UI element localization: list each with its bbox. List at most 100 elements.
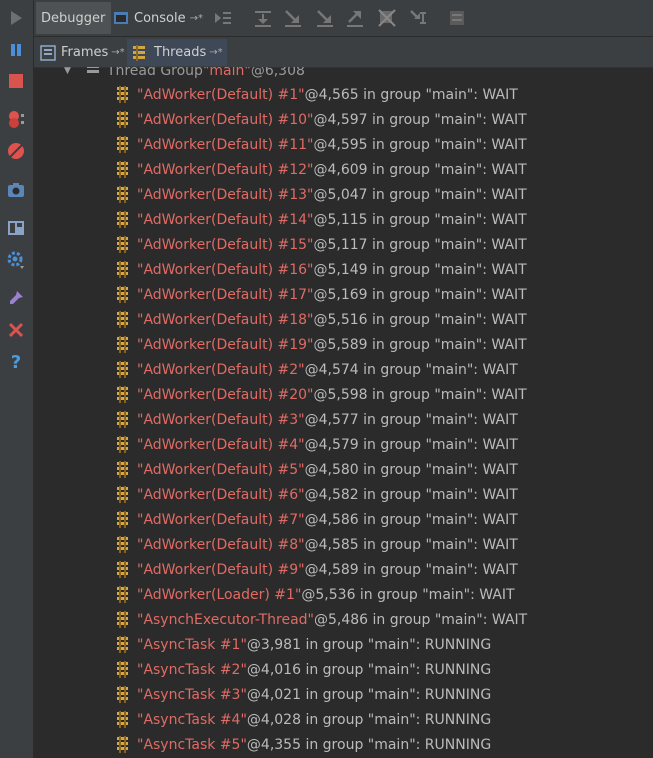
thread-status: @4,589 in group "main": WAIT xyxy=(304,562,518,578)
svg-text:?: ? xyxy=(11,352,21,371)
thread-name: "AsyncTask #5" xyxy=(137,737,247,753)
expand-arrow-icon[interactable]: ▼ xyxy=(64,67,71,76)
thread-icon xyxy=(114,236,132,254)
thread-icon xyxy=(114,686,132,704)
step-out-icon[interactable] xyxy=(345,8,365,28)
thread-row[interactable]: "AdWorker(Loader) #1" @5,536 in group "ma… xyxy=(114,583,515,607)
thread-status: @4,609 in group "main": WAIT xyxy=(313,162,527,178)
thread-name: "AdWorker(Default) #19" xyxy=(137,337,314,353)
thread-icon xyxy=(114,486,132,504)
thread-row[interactable]: "AdWorker(Default) #15" @5,117 in group "… xyxy=(114,233,527,257)
thread-status: @4,021 in group "main": RUNNING xyxy=(246,687,492,703)
thread-status: @4,586 in group "main": WAIT xyxy=(304,512,518,528)
thread-row[interactable]: "AdWorker(Default) #1" @4,565 in group "m… xyxy=(114,83,518,107)
tab-console[interactable]: Console →* xyxy=(111,2,203,34)
thread-group-name: "main" xyxy=(202,67,251,79)
thread-row[interactable]: "AsyncTask #3" @4,021 in group "main": RU… xyxy=(114,683,491,707)
mute-breakpoints-icon[interactable] xyxy=(4,139,28,163)
tab-debugger[interactable]: Debugger xyxy=(36,2,111,34)
thread-status: @4,355 in group "main": RUNNING xyxy=(246,737,492,753)
thread-icon xyxy=(114,136,132,154)
thread-row[interactable]: "AsyncTask #4" @4,028 in group "main": RU… xyxy=(114,708,491,732)
stop-icon[interactable] xyxy=(4,69,28,93)
thread-group-row[interactable]: ▼ Thread Group "main" @6,308 xyxy=(64,67,305,81)
camera-icon[interactable] xyxy=(4,178,28,202)
view-breakpoints-icon[interactable] xyxy=(4,107,28,131)
step-into-icon[interactable] xyxy=(283,8,303,28)
thread-status: @5,598 in group "main": WAIT xyxy=(313,387,527,403)
thread-name: "AdWorker(Default) #7" xyxy=(137,512,305,528)
thread-row[interactable]: "AsyncTask #2" @4,016 in group "main": RU… xyxy=(114,658,491,682)
frames-threads-bar: Frames →* Threads →* xyxy=(34,37,653,68)
resume-program-icon[interactable] xyxy=(4,6,28,30)
tab-threads[interactable]: Threads →* xyxy=(127,39,227,66)
thread-icon xyxy=(114,636,132,654)
thread-row[interactable]: "AdWorker(Default) #9" @4,589 in group "m… xyxy=(114,558,518,582)
thread-status: @4,016 in group "main": RUNNING xyxy=(246,662,492,678)
run-to-cursor-icon[interactable] xyxy=(408,8,428,28)
thread-group-icon xyxy=(85,67,103,79)
thread-status: @4,028 in group "main": RUNNING xyxy=(246,712,492,728)
thread-row[interactable]: "AdWorker(Default) #19" @5,589 in group "… xyxy=(114,333,527,357)
step-over-icon[interactable] xyxy=(253,8,273,28)
thread-icon xyxy=(114,586,132,604)
tab-frames[interactable]: Frames →* xyxy=(38,39,125,66)
thread-icon xyxy=(114,461,132,479)
threads-pin-arrow: →* xyxy=(209,47,223,58)
thread-name: "AdWorker(Default) #10" xyxy=(137,112,314,128)
threads-icon xyxy=(131,44,149,62)
thread-row[interactable]: "AdWorker(Default) #16" @5,149 in group "… xyxy=(114,258,527,282)
thread-status: @4,580 in group "main": WAIT xyxy=(304,462,518,478)
thread-row[interactable]: "AdWorker(Default) #11" @4,595 in group "… xyxy=(114,133,527,157)
thread-icon xyxy=(114,261,132,279)
thread-status: @4,597 in group "main": WAIT xyxy=(313,112,527,128)
thread-status: @5,589 in group "main": WAIT xyxy=(313,337,527,353)
help-icon[interactable]: ? xyxy=(4,349,28,373)
thread-row[interactable]: "AdWorker(Default) #14" @5,115 in group "… xyxy=(114,208,527,232)
thread-name: "AdWorker(Default) #20" xyxy=(137,387,314,403)
thread-status: @4,565 in group "main": WAIT xyxy=(304,87,518,103)
drop-frame-icon[interactable] xyxy=(377,8,397,28)
thread-row[interactable]: "AdWorker(Default) #5" @4,580 in group "m… xyxy=(114,458,518,482)
thread-row[interactable]: "AdWorker(Default) #4" @4,579 in group "m… xyxy=(114,433,518,457)
close-icon[interactable] xyxy=(4,318,28,342)
thread-status: @5,047 in group "main": WAIT xyxy=(313,187,527,203)
thread-row[interactable]: "AdWorker(Default) #12" @4,609 in group "… xyxy=(114,158,527,182)
layout-icon[interactable] xyxy=(4,216,28,240)
thread-row[interactable]: "AdWorker(Default) #6" @4,582 in group "m… xyxy=(114,483,518,507)
thread-row[interactable]: "AdWorker(Default) #17" @5,169 in group "… xyxy=(114,283,527,307)
thread-icon xyxy=(114,336,132,354)
thread-row[interactable]: "AdWorker(Default) #7" @4,586 in group "m… xyxy=(114,508,518,532)
thread-status: @5,516 in group "main": WAIT xyxy=(313,312,527,328)
thread-icon xyxy=(114,661,132,679)
force-step-into-icon[interactable] xyxy=(315,8,335,28)
thread-status: @5,486 in group "main": WAIT xyxy=(314,612,528,628)
thread-icon xyxy=(114,286,132,304)
thread-status: @5,115 in group "main": WAIT xyxy=(313,212,527,228)
thread-row[interactable]: "AsyncTask #1" @3,981 in group "main": RU… xyxy=(114,633,491,657)
pause-program-icon[interactable] xyxy=(4,38,28,62)
thread-status: @5,117 in group "main": WAIT xyxy=(313,237,527,253)
thread-icon xyxy=(114,386,132,404)
thread-row[interactable]: "AsynchExecutor-Thread" @5,486 in group "… xyxy=(114,608,527,632)
thread-row[interactable]: "AdWorker(Default) #18" @5,516 in group "… xyxy=(114,308,527,332)
evaluate-expression-icon[interactable] xyxy=(447,8,467,28)
thread-row[interactable]: "AdWorker(Default) #13" @5,047 in group "… xyxy=(114,183,527,207)
thread-status: @4,585 in group "main": WAIT xyxy=(304,537,518,553)
pin-icon[interactable] xyxy=(4,286,28,310)
threads-list[interactable]: ▼ Thread Group "main" @6,308 "AdWorker(D… xyxy=(34,67,653,758)
frames-pin-arrow: →* xyxy=(111,47,125,58)
thread-icon xyxy=(114,186,132,204)
thread-name: "AdWorker(Default) #18" xyxy=(137,312,314,328)
thread-name: "AdWorker(Default) #2" xyxy=(137,362,305,378)
thread-row[interactable]: "AdWorker(Default) #2" @4,574 in group "m… xyxy=(114,358,518,382)
tab-threads-label: Threads xyxy=(154,45,207,60)
thread-row[interactable]: "AdWorker(Default) #10" @4,597 in group "… xyxy=(114,108,527,132)
thread-row[interactable]: "AdWorker(Default) #20" @5,598 in group "… xyxy=(114,383,527,407)
show-execution-point-icon[interactable] xyxy=(213,8,233,28)
thread-row[interactable]: "AsyncTask #5" @4,355 in group "main": RU… xyxy=(114,733,491,757)
thread-row[interactable]: "AdWorker(Default) #8" @4,585 in group "m… xyxy=(114,533,518,557)
thread-status: @4,595 in group "main": WAIT xyxy=(313,137,527,153)
thread-row[interactable]: "AdWorker(Default) #3" @4,577 in group "m… xyxy=(114,408,518,432)
settings-gear-icon[interactable] xyxy=(4,248,28,272)
